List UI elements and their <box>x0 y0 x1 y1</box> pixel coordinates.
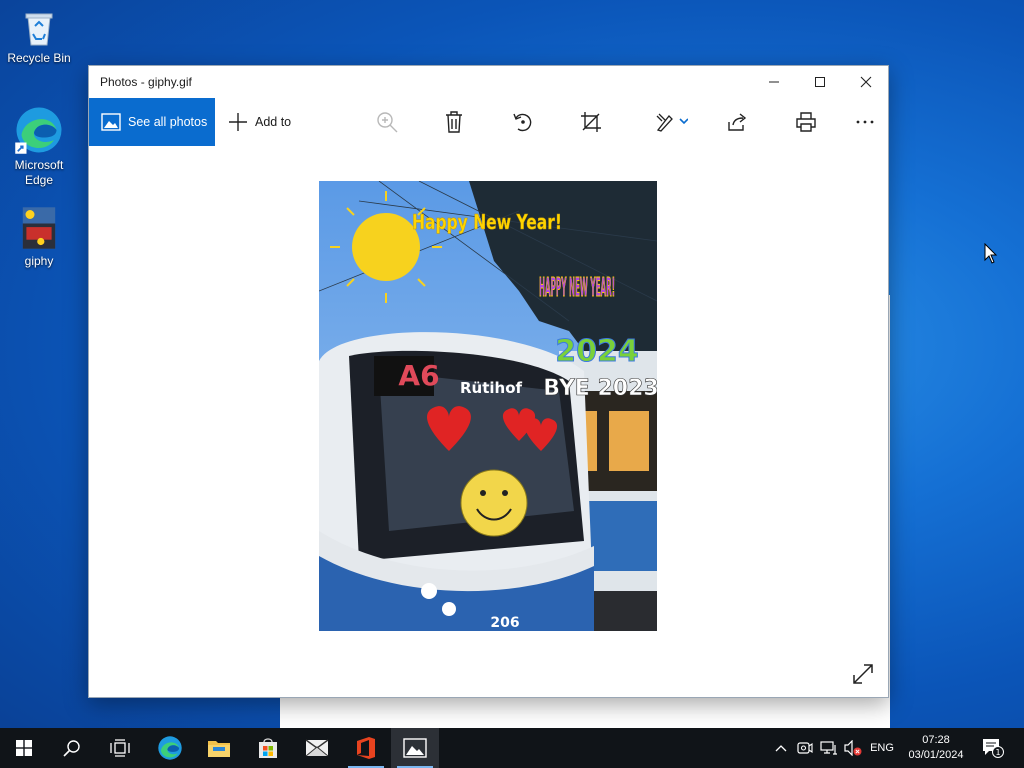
taskbar-file-explorer-button[interactable] <box>195 728 243 768</box>
minimize-icon <box>769 81 779 83</box>
crop-button[interactable] <box>571 98 611 146</box>
office-icon <box>357 737 375 759</box>
store-icon <box>259 738 277 758</box>
photos-icon <box>403 738 427 758</box>
desktop-icon-recycle-bin[interactable]: Recycle Bin <box>1 8 77 66</box>
delete-icon <box>446 111 462 133</box>
volume-button[interactable] <box>842 728 864 768</box>
plus-icon <box>229 113 247 131</box>
see-all-photos-label: See all photos <box>128 115 208 129</box>
task-view-button[interactable] <box>96 728 144 768</box>
camera-icon <box>797 742 813 754</box>
desktop-icon-label: Microsoft Edge <box>14 158 64 187</box>
expand-icon[interactable] <box>852 663 874 685</box>
image-thumbnail-icon <box>22 207 56 249</box>
gif-artwork: Happy New Year! HAPPY NEW YEAR! 2024 BYE… <box>319 181 657 631</box>
bus-number-text: 206 <box>490 615 519 631</box>
share-button[interactable] <box>718 98 758 146</box>
edit-icon <box>656 113 688 132</box>
show-hidden-icons-button[interactable] <box>770 728 792 768</box>
small-greeting-text: Happy New Year! <box>412 210 562 234</box>
background-window-edge <box>280 698 890 728</box>
search-button[interactable] <box>48 728 96 768</box>
start-button[interactable] <box>0 728 48 768</box>
rotate-icon <box>513 113 532 132</box>
desktop-icon-giphy[interactable]: giphy <box>1 205 77 269</box>
destination-text: Rütihof <box>460 379 523 397</box>
edge-icon <box>15 107 62 154</box>
meet-now-button[interactable] <box>794 728 816 768</box>
recycle-bin-icon <box>25 13 53 46</box>
mouse-cursor-icon <box>984 243 998 264</box>
bye-text: BYE 2023 <box>543 376 657 401</box>
delete-button[interactable] <box>434 98 474 146</box>
window-title: Photos - giphy.gif <box>100 75 192 89</box>
language-label: ENG <box>870 742 894 754</box>
crop-icon <box>581 112 601 132</box>
photos-window: Photos - giphy.gif See all photos Add to <box>88 65 889 698</box>
network-button[interactable] <box>818 728 840 768</box>
toolbar: See all photos Add to <box>89 98 888 146</box>
notification-count: 1 <box>995 748 1000 757</box>
network-icon <box>820 741 837 755</box>
taskbar-mail-button[interactable] <box>293 728 341 768</box>
big-greeting-text: HAPPY NEW YEAR! <box>539 273 615 303</box>
windows-logo-icon <box>16 740 32 756</box>
gif-image: Happy New Year! HAPPY NEW YEAR! 2024 BYE… <box>319 181 657 631</box>
clock-time: 07:28 <box>922 734 950 746</box>
print-icon <box>796 112 816 132</box>
see-all-photos-button[interactable]: See all photos <box>89 98 215 146</box>
taskbar-edge-button[interactable] <box>146 728 194 768</box>
year-text: 2024 <box>555 334 639 369</box>
search-icon <box>63 740 80 757</box>
minimize-button[interactable] <box>751 66 797 98</box>
close-icon <box>860 76 872 88</box>
title-bar[interactable]: Photos - giphy.gif <box>89 66 888 98</box>
route-text: A6 <box>398 359 439 392</box>
zoom-in-icon <box>377 112 398 133</box>
share-icon <box>728 113 747 131</box>
notification-icon: 1 <box>983 739 1004 758</box>
language-indicator[interactable]: ENG <box>866 728 898 768</box>
add-to-button[interactable]: Add to <box>228 98 291 146</box>
desktop-icon-label: Recycle Bin <box>7 51 71 65</box>
taskbar-office-button[interactable] <box>342 728 390 768</box>
maximize-icon <box>815 77 825 87</box>
edge-icon <box>158 736 182 760</box>
rotate-button[interactable] <box>503 98 543 146</box>
clock[interactable]: 07:28 03/01/2024 <box>900 728 972 768</box>
close-button[interactable] <box>843 66 889 98</box>
photos-icon <box>101 113 121 131</box>
taskbar-photos-button[interactable] <box>391 728 439 768</box>
zoom-button[interactable] <box>367 98 407 146</box>
maximize-button[interactable] <box>797 66 843 98</box>
notification-center-button[interactable]: 1 <box>978 728 1008 768</box>
clock-date: 03/01/2024 <box>908 749 964 761</box>
taskbar-store-button[interactable] <box>244 728 292 768</box>
chevron-up-icon <box>775 745 787 752</box>
edit-create-button[interactable] <box>649 98 695 146</box>
desktop-icon-edge[interactable]: Microsoft Edge <box>1 105 77 188</box>
more-options-button[interactable] <box>845 98 885 146</box>
task-view-icon <box>110 739 130 757</box>
desktop-icon-label: giphy <box>24 254 54 268</box>
volume-muted-icon <box>844 740 862 756</box>
add-to-label: Add to <box>255 115 292 129</box>
photo-canvas[interactable]: Happy New Year! HAPPY NEW YEAR! 2024 BYE… <box>89 146 888 697</box>
print-button[interactable] <box>786 98 826 146</box>
mail-icon <box>305 739 329 757</box>
taskbar: ENG 07:28 03/01/2024 1 <box>0 728 1024 768</box>
folder-icon <box>208 741 230 757</box>
more-icon <box>856 120 874 124</box>
